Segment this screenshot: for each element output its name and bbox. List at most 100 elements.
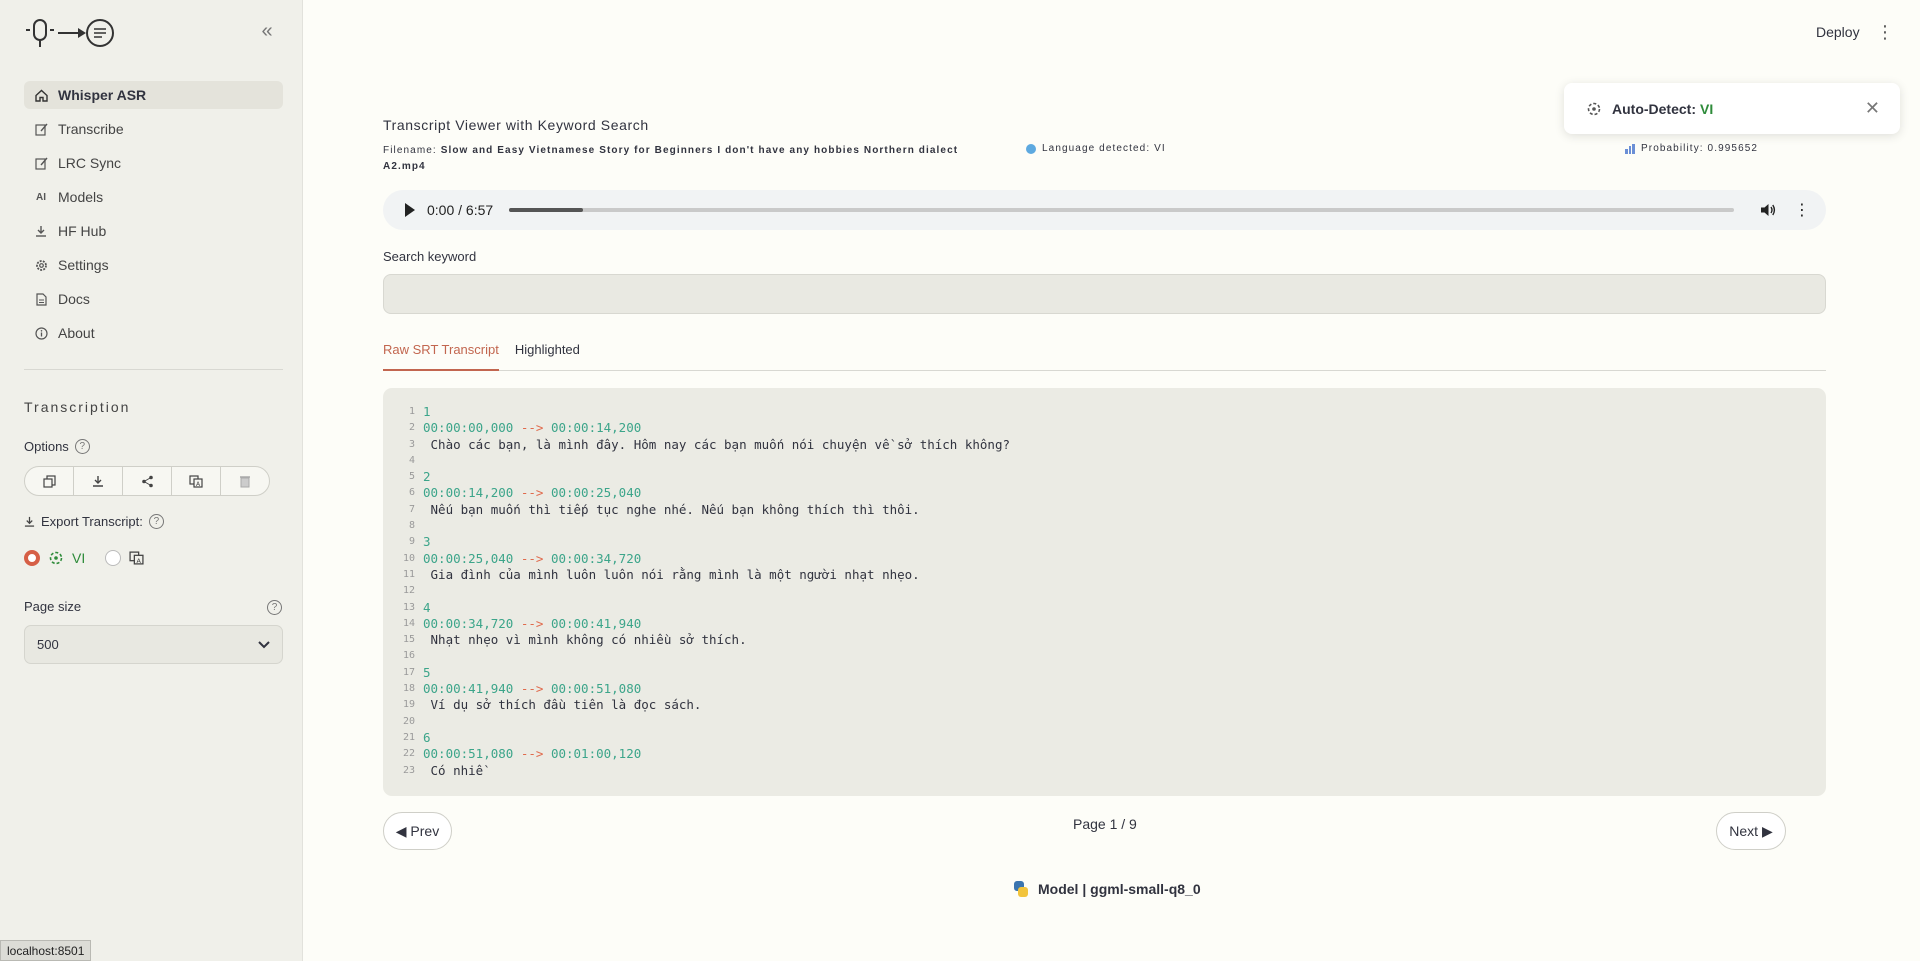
help-icon[interactable]: ? bbox=[267, 600, 282, 615]
model-info-text: Model | ggml-small-q8_0 bbox=[1038, 881, 1201, 897]
translate-button[interactable]: A bbox=[172, 467, 221, 495]
search-input[interactable] bbox=[383, 274, 1826, 314]
sidebar-item-lrc-sync[interactable]: LRC Sync bbox=[24, 149, 283, 177]
line-number: 21 bbox=[402, 731, 415, 743]
subtitle-index: 1 bbox=[423, 404, 431, 419]
transcript-code-block: 1 1 2 00:00:00,000 --> 00:00:14,200 3 Chào c… bbox=[383, 388, 1826, 796]
radio-vi[interactable] bbox=[24, 550, 40, 566]
timestamp-start: 00:00:25,040 bbox=[423, 550, 514, 566]
sidebar-item-label: LRC Sync bbox=[58, 155, 122, 171]
timestamp-end: 00:01:00,120 bbox=[550, 746, 642, 762]
subtitle-index: 6 bbox=[423, 729, 431, 745]
delete-button[interactable] bbox=[221, 467, 269, 495]
timestamp-end: 00:00:51,080 bbox=[550, 681, 642, 697]
collapse-sidebar-icon[interactable]: « bbox=[256, 20, 278, 42]
share-button[interactable] bbox=[123, 467, 172, 495]
sidebar-item-whisper-asr[interactable]: Whisper ASR bbox=[24, 81, 283, 109]
main-menu-icon[interactable]: ⋮ bbox=[1876, 21, 1894, 43]
line-number: 11 bbox=[402, 568, 415, 580]
subtitle-text bbox=[419, 648, 423, 664]
status-bar-url: localhost:8501 bbox=[0, 940, 92, 961]
trash-icon bbox=[240, 475, 250, 487]
sidebar-item-label: HF Hub bbox=[58, 223, 107, 239]
options-label: Options ? bbox=[24, 439, 90, 454]
probability-label: Probability: 0.995652 bbox=[1641, 143, 1759, 154]
line-number: 9 bbox=[408, 536, 415, 548]
sidebar-item-docs[interactable]: Docs bbox=[24, 285, 283, 313]
play-icon[interactable] bbox=[405, 203, 415, 217]
line-number: 15 bbox=[402, 634, 415, 646]
globe-icon bbox=[1026, 143, 1036, 154]
transcript-line: 12 bbox=[383, 583, 1826, 599]
transcript-line: 2 00:00:00,000 --> 00:00:14,200 bbox=[383, 420, 1826, 436]
page-info: Page 1 / 9 bbox=[1073, 816, 1137, 832]
subtitle-text: Chào các bạn, là mình đây. Hôm nay các b… bbox=[423, 436, 1010, 452]
sidebar-item-about[interactable]: About bbox=[24, 319, 283, 347]
toast-label: Auto-Detect: bbox=[1612, 100, 1696, 117]
transcript-line: 19 Ví dụ sở thích đầu tiên là đọc sách. bbox=[383, 697, 1826, 713]
filename-value: Slow and Easy Vietnamese Story for Begin… bbox=[383, 145, 959, 172]
transcript-line: 11 bbox=[383, 404, 1826, 420]
auto-detect-toast: Auto-Detect: VI ✕ bbox=[1564, 83, 1900, 134]
auto-detect-icon bbox=[49, 551, 63, 565]
gear-icon bbox=[34, 258, 48, 272]
sidebar-item-label: Settings bbox=[58, 257, 109, 273]
sidebar-item-models[interactable]: AI Models bbox=[24, 183, 283, 211]
line-number: 20 bbox=[402, 715, 415, 727]
export-transcript-label: Export Transcript: ? bbox=[24, 514, 164, 529]
line-number: 22 bbox=[402, 748, 415, 760]
sidebar-divider bbox=[24, 369, 283, 370]
timestamp-line: 00:00:41,940 --> 00:00:51,080 bbox=[419, 681, 641, 697]
audio-player: 0:00 / 6:57 ⋮ bbox=[383, 190, 1826, 230]
transcript-line: 3 Chào các bạn, là mình đây. Hôm nay các… bbox=[383, 437, 1826, 453]
line-number: 12 bbox=[402, 585, 415, 597]
close-icon[interactable]: ✕ bbox=[1865, 98, 1880, 119]
help-icon[interactable]: ? bbox=[74, 439, 90, 454]
download-button[interactable] bbox=[74, 467, 123, 495]
timestamp-line: 00:00:51,080 --> 00:01:00,120 bbox=[419, 746, 641, 762]
timestamp-start: 00:00:51,080 bbox=[423, 746, 514, 762]
audio-time: 0:00 / 6:57 bbox=[427, 202, 494, 218]
timestamp-arrow: --> bbox=[513, 420, 551, 436]
tab-highlighted[interactable]: Highlighted bbox=[515, 337, 580, 370]
line-number: 16 bbox=[402, 650, 415, 662]
sidebar-item-transcribe[interactable]: Transcribe bbox=[24, 115, 283, 143]
timestamp-start: 00:00:14,200 bbox=[423, 485, 514, 501]
sidebar-item-label: About bbox=[58, 325, 95, 341]
sidebar-item-hf-hub[interactable]: HF Hub bbox=[24, 217, 283, 245]
copy-button[interactable] bbox=[25, 467, 74, 495]
prev-page-button[interactable]: ◀ Prev bbox=[383, 812, 452, 850]
deploy-button[interactable]: Deploy bbox=[1816, 24, 1860, 40]
audio-more-options-icon[interactable]: ⋮ bbox=[1794, 200, 1810, 220]
line-number: 19 bbox=[402, 699, 415, 711]
sidebar-nav: Whisper ASR Transcribe LRC Sync AI Model… bbox=[24, 81, 283, 353]
radio-vi-label: VI bbox=[72, 550, 86, 566]
transcript-tabs: Raw SRT Transcript Highlighted bbox=[383, 337, 1826, 371]
export-label-text: Export Transcript: bbox=[41, 514, 143, 529]
sidebar-item-settings[interactable]: Settings bbox=[24, 251, 283, 279]
next-page-button[interactable]: Next ▶ bbox=[1716, 812, 1786, 850]
transcript-line: 21 6 bbox=[383, 730, 1826, 746]
model-info: Model | ggml-small-q8_0 bbox=[1012, 880, 1201, 898]
subtitle-text: Nếu bạn muốn thì tiếp tục nghe nhé. Nếu … bbox=[423, 501, 920, 517]
search-label: Search keyword bbox=[383, 249, 477, 264]
sync-icon bbox=[34, 156, 48, 170]
translate-icon: A bbox=[129, 551, 144, 565]
app-logo bbox=[24, 16, 116, 50]
timestamp-line: 00:00:34,720 --> 00:00:41,940 bbox=[419, 616, 641, 632]
home-icon bbox=[34, 88, 48, 102]
timestamp-end: 00:00:34,720 bbox=[550, 550, 642, 566]
transcript-line: 4 bbox=[383, 453, 1826, 469]
subtitle-index: 5 bbox=[423, 664, 431, 680]
tab-raw-srt-transcript[interactable]: Raw SRT Transcript bbox=[383, 337, 499, 371]
line-number: 2 bbox=[408, 422, 415, 434]
audio-seek-bar[interactable] bbox=[509, 208, 1734, 212]
subtitle-text bbox=[419, 518, 423, 534]
radio-translate[interactable] bbox=[105, 550, 122, 566]
help-icon[interactable]: ? bbox=[148, 514, 164, 529]
page-size-select[interactable]: 500 bbox=[24, 625, 283, 664]
transcript-line: 6 00:00:14,200 --> 00:00:25,040 bbox=[383, 485, 1826, 501]
export-language-radio-group: VI A bbox=[24, 550, 144, 566]
volume-icon[interactable] bbox=[1760, 203, 1776, 217]
line-number: 7 bbox=[408, 503, 415, 515]
